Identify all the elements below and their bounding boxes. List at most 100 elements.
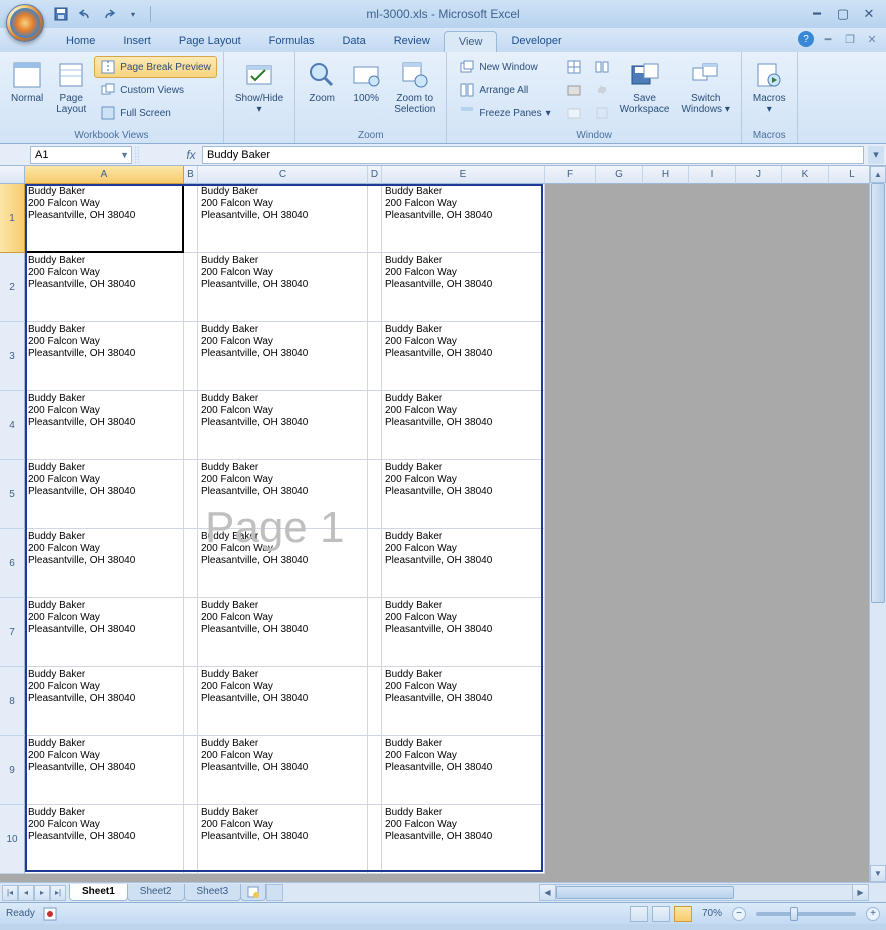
zoom-in-button[interactable]: + bbox=[866, 907, 880, 921]
name-box[interactable]: A1 ▼ bbox=[30, 146, 132, 164]
namebox-dropdown-icon[interactable]: ▼ bbox=[120, 150, 129, 160]
cell[interactable]: Buddy Baker 200 Falcon Way Pleasantville… bbox=[382, 736, 545, 805]
qat-customize-icon[interactable]: ▾ bbox=[124, 5, 142, 23]
undo-icon[interactable] bbox=[76, 5, 94, 23]
cell[interactable]: Buddy Baker 200 Falcon Way Pleasantville… bbox=[198, 805, 368, 874]
vertical-scrollbar[interactable]: ▲ ▼ bbox=[869, 166, 886, 882]
cell[interactable]: Buddy Baker 200 Falcon Way Pleasantville… bbox=[198, 598, 368, 667]
save-workspace-button[interactable]: Save Workspace bbox=[615, 56, 675, 118]
view-side-button[interactable] bbox=[591, 56, 613, 78]
page-break-status-button[interactable] bbox=[674, 906, 692, 922]
cell[interactable]: Buddy Baker 200 Falcon Way Pleasantville… bbox=[198, 322, 368, 391]
cell[interactable] bbox=[184, 805, 198, 874]
column-header-D[interactable]: D bbox=[368, 166, 382, 184]
column-header-G[interactable]: G bbox=[596, 166, 643, 184]
cell[interactable]: Buddy Baker 200 Falcon Way Pleasantville… bbox=[25, 667, 184, 736]
tab-home[interactable]: Home bbox=[52, 31, 109, 52]
zoom-level[interactable]: 70% bbox=[702, 908, 722, 919]
sheet-tab-sheet3[interactable]: Sheet3 bbox=[184, 884, 242, 901]
switch-windows-button[interactable]: Switch Windows ▾ bbox=[676, 56, 734, 118]
row-header-6[interactable]: 6 bbox=[0, 529, 25, 598]
cell[interactable] bbox=[368, 667, 382, 736]
macro-record-icon[interactable] bbox=[43, 907, 57, 921]
cell[interactable]: Buddy Baker 200 Falcon Way Pleasantville… bbox=[382, 391, 545, 460]
scroll-left-button[interactable]: ◀ bbox=[539, 884, 556, 901]
page-break-preview-button[interactable]: Page Break Preview bbox=[94, 56, 217, 78]
column-header-E[interactable]: E bbox=[382, 166, 545, 184]
row-header-10[interactable]: 10 bbox=[0, 805, 25, 874]
cell[interactable] bbox=[368, 184, 382, 253]
cell[interactable]: Buddy Baker 200 Falcon Way Pleasantville… bbox=[25, 598, 184, 667]
cell[interactable] bbox=[368, 391, 382, 460]
column-header-H[interactable]: H bbox=[643, 166, 689, 184]
cell[interactable] bbox=[368, 805, 382, 874]
zoom-slider[interactable] bbox=[756, 912, 856, 916]
tab-review[interactable]: Review bbox=[380, 31, 444, 52]
vscroll-thumb[interactable] bbox=[871, 183, 885, 603]
cell[interactable]: Buddy Baker 200 Falcon Way Pleasantville… bbox=[198, 667, 368, 736]
new-window-button[interactable]: New Window bbox=[453, 56, 556, 78]
cell[interactable]: Buddy Baker 200 Falcon Way Pleasantville… bbox=[198, 253, 368, 322]
scroll-up-button[interactable]: ▲ bbox=[870, 166, 886, 183]
horizontal-scrollbar[interactable]: ◀ ▶ bbox=[539, 884, 869, 901]
row-header-5[interactable]: 5 bbox=[0, 460, 25, 529]
cell[interactable] bbox=[184, 253, 198, 322]
tab-insert[interactable]: Insert bbox=[109, 31, 165, 52]
cell[interactable] bbox=[184, 460, 198, 529]
normal-view-status-button[interactable] bbox=[630, 906, 648, 922]
row-header-9[interactable]: 9 bbox=[0, 736, 25, 805]
cell[interactable] bbox=[184, 391, 198, 460]
tab-formulas[interactable]: Formulas bbox=[255, 31, 329, 52]
cell[interactable]: Buddy Baker 200 Falcon Way Pleasantville… bbox=[382, 184, 545, 253]
cell[interactable] bbox=[368, 598, 382, 667]
sheet-tab-sheet2[interactable]: Sheet2 bbox=[127, 884, 185, 901]
zoom-out-button[interactable]: − bbox=[732, 907, 746, 921]
column-header-F[interactable]: F bbox=[545, 166, 596, 184]
tab-first-button[interactable]: |◂ bbox=[2, 885, 18, 901]
redo-icon[interactable] bbox=[100, 5, 118, 23]
cell[interactable] bbox=[368, 253, 382, 322]
scroll-down-button[interactable]: ▼ bbox=[870, 865, 886, 882]
minimize-button[interactable]: ━ bbox=[806, 5, 828, 23]
cell[interactable]: Buddy Baker 200 Falcon Way Pleasantville… bbox=[25, 253, 184, 322]
cell[interactable] bbox=[368, 736, 382, 805]
cell[interactable] bbox=[184, 184, 198, 253]
column-header-C[interactable]: C bbox=[198, 166, 368, 184]
zoom-button[interactable]: Zoom bbox=[301, 56, 343, 107]
cell[interactable]: Buddy Baker 200 Falcon Way Pleasantville… bbox=[382, 667, 545, 736]
cell[interactable]: Buddy Baker 200 Falcon Way Pleasantville… bbox=[25, 529, 184, 598]
zoom-thumb[interactable] bbox=[790, 907, 798, 921]
mdi-minimize-button[interactable]: ━ bbox=[820, 32, 836, 46]
cell[interactable] bbox=[184, 736, 198, 805]
row-header-8[interactable]: 8 bbox=[0, 667, 25, 736]
cell[interactable]: Buddy Baker 200 Falcon Way Pleasantville… bbox=[198, 391, 368, 460]
cell[interactable] bbox=[184, 598, 198, 667]
cell[interactable] bbox=[184, 529, 198, 598]
cell[interactable]: Buddy Baker 200 Falcon Way Pleasantville… bbox=[25, 460, 184, 529]
freeze-panes-button[interactable]: Freeze Panes ▾ bbox=[453, 102, 556, 124]
row-header-7[interactable]: 7 bbox=[0, 598, 25, 667]
column-header-A[interactable]: A bbox=[25, 166, 184, 184]
reset-pos-button[interactable] bbox=[591, 102, 613, 124]
cell[interactable]: Buddy Baker 200 Falcon Way Pleasantville… bbox=[382, 322, 545, 391]
cell[interactable]: Buddy Baker 200 Falcon Way Pleasantville… bbox=[25, 805, 184, 874]
split-button[interactable] bbox=[563, 56, 585, 78]
cell[interactable]: Buddy Baker 200 Falcon Way Pleasantville… bbox=[198, 736, 368, 805]
full-screen-button[interactable]: Full Screen bbox=[94, 102, 217, 124]
tab-view[interactable]: View bbox=[444, 31, 498, 52]
tab-prev-button[interactable]: ◂ bbox=[18, 885, 34, 901]
show-hide-button[interactable]: Show/Hide▾ bbox=[230, 56, 288, 118]
cell[interactable]: Buddy Baker 200 Falcon Way Pleasantville… bbox=[198, 529, 368, 598]
cell[interactable]: Buddy Baker 200 Falcon Way Pleasantville… bbox=[25, 322, 184, 391]
tab-next-button[interactable]: ▸ bbox=[34, 885, 50, 901]
zoom-100-button[interactable]: 100% bbox=[345, 56, 387, 107]
page-layout-status-button[interactable] bbox=[652, 906, 670, 922]
cell[interactable]: Buddy Baker 200 Falcon Way Pleasantville… bbox=[198, 184, 368, 253]
formula-input[interactable]: Buddy Baker bbox=[202, 146, 864, 164]
cell[interactable]: Buddy Baker 200 Falcon Way Pleasantville… bbox=[382, 598, 545, 667]
cell[interactable]: Buddy Baker 200 Falcon Way Pleasantville… bbox=[382, 805, 545, 874]
hscroll-thumb[interactable] bbox=[556, 886, 734, 899]
cell[interactable]: Buddy Baker 200 Falcon Way Pleasantville… bbox=[198, 460, 368, 529]
maximize-button[interactable]: ▢ bbox=[832, 5, 854, 23]
tab-last-button[interactable]: ▸| bbox=[50, 885, 66, 901]
